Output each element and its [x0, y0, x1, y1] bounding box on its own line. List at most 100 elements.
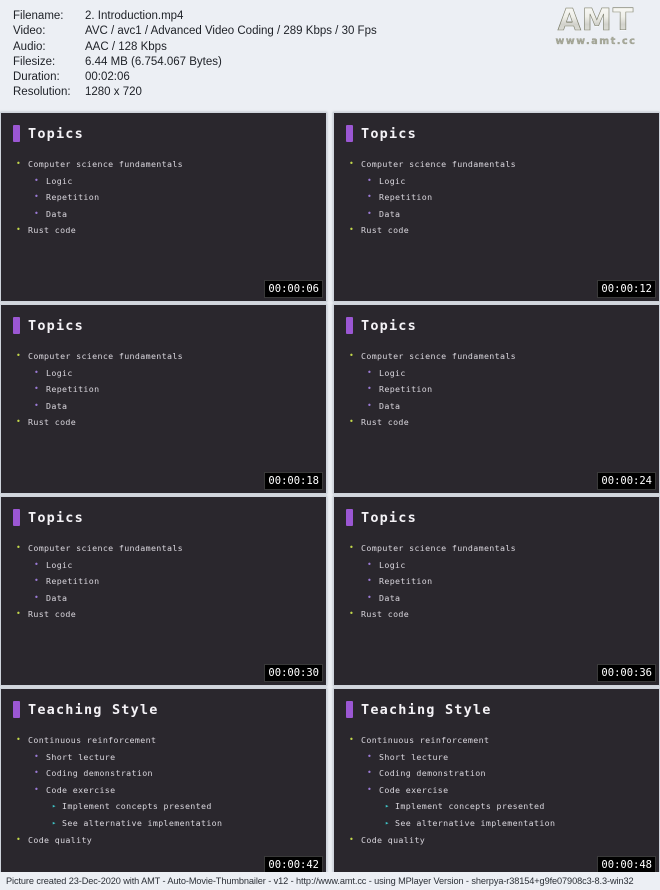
- thumbnail-tile[interactable]: Topics • Computer science fundamentals • Log…: [0, 112, 327, 302]
- bullet-marker-icon: •: [16, 609, 22, 619]
- bullet-marker-icon: •: [34, 175, 40, 185]
- bullet-text: Implement concepts presented: [62, 801, 212, 812]
- thumbnail-tile[interactable]: Topics • Computer science fundamentals • Log…: [333, 496, 660, 686]
- footer-bar: Picture created 23-Dec-2020 with AMT - A…: [0, 872, 660, 890]
- bullet-item: • Continuous reinforcement: [13, 732, 316, 749]
- bullet-item: • Rust code: [346, 414, 649, 431]
- slide-heading-text: Topics: [361, 509, 417, 526]
- bullet-text: Data: [46, 400, 68, 411]
- bullet-text: Short lecture: [46, 751, 116, 762]
- slide-content: Teaching Style • Continuous reinforcement •…: [334, 689, 659, 877]
- bullet-marker-icon: •: [367, 768, 373, 778]
- bullet-item: • Repetition: [346, 189, 649, 206]
- bullet-text: Short lecture: [379, 751, 449, 762]
- bullet-item: • Logic: [346, 557, 649, 574]
- bullet-item: • Coding demonstration: [13, 765, 316, 782]
- bullet-marker-icon: •: [34, 192, 40, 202]
- bullet-marker-icon: •: [34, 751, 40, 761]
- bullet-text: Repetition: [46, 192, 100, 203]
- bullet-item: • Repetition: [13, 573, 316, 590]
- heading-accent-bar-icon: [346, 125, 353, 142]
- bullet-text: Coding demonstration: [46, 768, 153, 779]
- bullet-item: ▸ See alternative implementation: [13, 815, 316, 832]
- bullet-item: • Repetition: [346, 573, 649, 590]
- heading-accent-bar-icon: [346, 701, 353, 718]
- bullet-item: • Computer science fundamentals: [13, 540, 316, 557]
- bullet-item: • Logic: [13, 557, 316, 574]
- thumbnail-grid: Topics • Computer science fundamentals • Log…: [0, 110, 660, 878]
- slide-heading-text: Topics: [28, 125, 84, 142]
- bullet-item: • Repetition: [13, 189, 316, 206]
- bullet-text: Rust code: [361, 417, 410, 428]
- bullet-item: • Short lecture: [346, 749, 649, 766]
- media-info-row: Resolution: 1280 x 720: [13, 85, 377, 100]
- thumbnail-tile[interactable]: Teaching Style • Continuous reinforcement •…: [333, 688, 660, 878]
- thumbnail-timestamp: 00:00:30: [264, 664, 323, 682]
- heading-accent-bar-icon: [346, 509, 353, 526]
- thumbnail-timestamp: 00:00:36: [597, 664, 656, 682]
- bullet-text: Code quality: [361, 834, 426, 845]
- bullet-marker-icon: •: [367, 400, 373, 410]
- bullet-text: Logic: [379, 175, 406, 186]
- media-info-row: Filename: 2. Introduction.mp4: [13, 9, 377, 24]
- media-info-label: Filename:: [13, 10, 64, 22]
- thumbnail-tile[interactable]: Topics • Computer science fundamentals • Log…: [333, 112, 660, 302]
- bullet-text: Computer science fundamentals: [28, 543, 184, 553]
- slide-heading: Topics: [13, 317, 316, 334]
- header-panel: Filename: 2. Introduction.mp4 Video: AVC / …: [0, 0, 660, 110]
- thumbnail-tile[interactable]: Topics • Computer science fundamentals • Log…: [333, 304, 660, 494]
- bullet-item: • Data: [13, 206, 316, 223]
- thumbnail-tile[interactable]: Topics • Computer science fundamentals • Log…: [0, 304, 327, 494]
- bullet-item: • Continuous reinforcement: [346, 732, 649, 749]
- slide-content: Teaching Style • Continuous reinforcement •…: [1, 689, 326, 877]
- bullet-text: See alternative implementation: [62, 817, 223, 828]
- amt-logo-mark: AMT: [544, 5, 648, 37]
- bullet-text: Rust code: [361, 225, 410, 236]
- media-info-table: Filename: 2. Introduction.mp4 Video: AVC / …: [13, 9, 377, 101]
- bullet-text: Repetition: [46, 384, 100, 395]
- bullet-item: • Logic: [346, 173, 649, 190]
- bullet-item: ▸ Implement concepts presented: [346, 798, 649, 815]
- bullet-marker-icon: •: [349, 735, 355, 744]
- slide-heading: Topics: [13, 509, 316, 526]
- bullet-text: Data: [379, 400, 401, 411]
- slide-heading: Topics: [13, 125, 316, 142]
- media-info-value: 6.44 MB (6.754.067 Bytes): [85, 55, 222, 68]
- bullet-marker-icon: •: [16, 834, 22, 844]
- bullet-marker-icon: •: [16, 159, 22, 168]
- bullet-item: • Repetition: [346, 381, 649, 398]
- bullet-text: Code quality: [28, 834, 93, 845]
- media-info-label: Resolution:: [13, 86, 71, 99]
- bullet-item: • Code exercise: [346, 782, 649, 799]
- bullet-marker-icon: •: [367, 175, 373, 185]
- bullet-marker-icon: •: [349, 543, 355, 552]
- slide-content: Topics • Computer science fundamentals • Log…: [334, 305, 659, 493]
- bullet-marker-icon: •: [367, 384, 373, 394]
- media-info-row: Filesize: 6.44 MB (6.754.067 Bytes): [13, 55, 377, 70]
- media-info-label: Filesize:: [13, 55, 56, 68]
- bullet-text: Logic: [379, 367, 406, 378]
- slide-heading-text: Topics: [28, 509, 84, 526]
- bullet-text: Repetition: [379, 192, 433, 203]
- bullet-item: • Computer science fundamentals: [346, 348, 649, 365]
- heading-accent-bar-icon: [346, 317, 353, 334]
- media-info-row: Duration: 00:02:06: [13, 70, 377, 85]
- slide-bullet-list: • Continuous reinforcement • Short lecture •…: [346, 732, 649, 848]
- bullet-item: • Code quality: [346, 832, 649, 849]
- bullet-marker-icon: •: [367, 192, 373, 202]
- bullet-item: • Rust code: [13, 606, 316, 623]
- bullet-item: • Logic: [13, 365, 316, 382]
- bullet-item: • Rust code: [346, 222, 649, 239]
- bullet-marker-icon: •: [16, 417, 22, 427]
- bullet-marker-icon: •: [16, 351, 22, 360]
- bullet-marker-icon: •: [367, 592, 373, 602]
- thumbnail-tile[interactable]: Topics • Computer science fundamentals • Log…: [0, 496, 327, 686]
- bullet-text: Computer science fundamentals: [28, 351, 184, 361]
- bullet-marker-icon: •: [34, 208, 40, 218]
- thumbnail-timestamp: 00:00:24: [597, 472, 656, 490]
- bullet-text: Implement concepts presented: [395, 801, 545, 812]
- footer-credit-text: Picture created 23-Dec-2020 with AMT - A…: [6, 876, 634, 886]
- bullet-text: Rust code: [28, 417, 77, 428]
- media-info-value: AAC / 128 Kbps: [85, 40, 167, 53]
- thumbnail-tile[interactable]: Teaching Style • Continuous reinforcement •…: [0, 688, 327, 878]
